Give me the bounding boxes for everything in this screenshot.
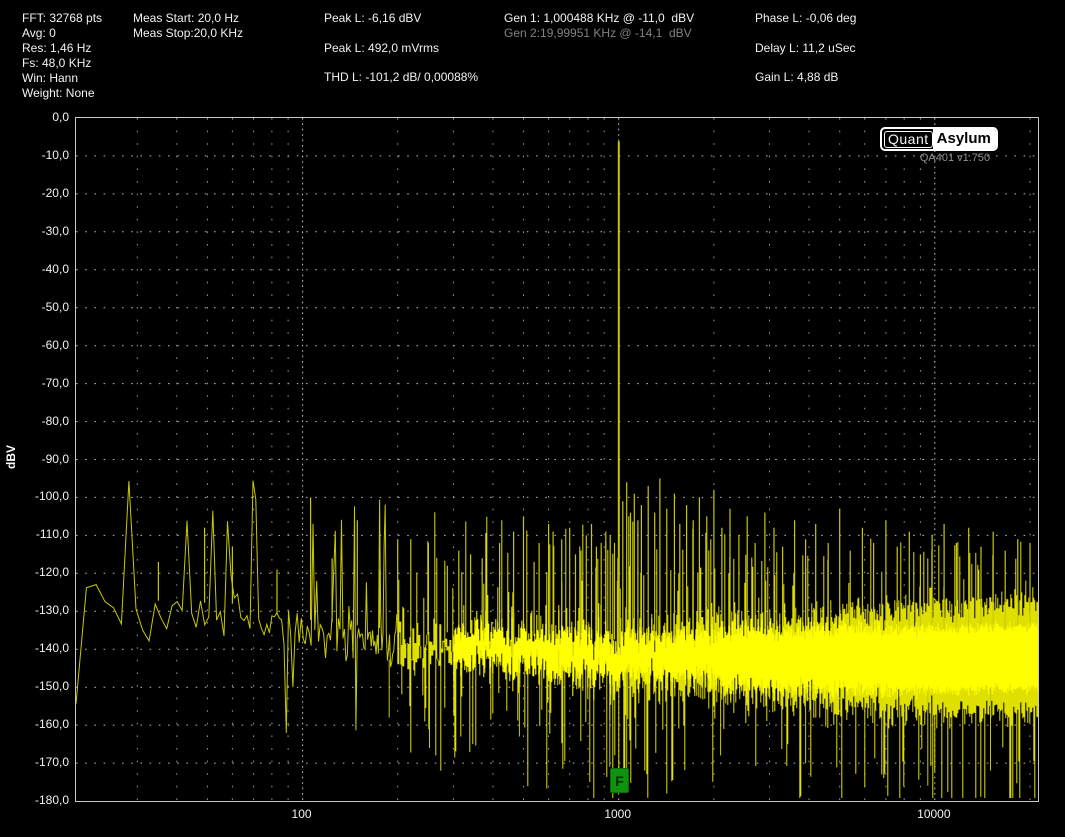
- y-tick-label: -150,0: [34, 679, 69, 694]
- phase-readout: Phase L: -0,06 deg: [755, 11, 857, 25]
- delay-readout: Delay L: 11,2 uSec: [755, 41, 856, 55]
- y-tick-label: -180,0: [34, 793, 69, 807]
- y-tick-label: -20,0: [41, 185, 69, 200]
- peak-dbv-readout: Peak L: -6,16 dBV: [324, 11, 422, 25]
- x-tick-label: 10000: [917, 807, 951, 821]
- y-tick-label: -60,0: [41, 337, 69, 352]
- peak-vrms-readout: Peak L: 492,0 mVrms: [324, 41, 439, 55]
- y-tick-label: -90,0: [41, 451, 69, 466]
- y-tick-label: -70,0: [41, 375, 69, 390]
- y-tick-label: -80,0: [41, 413, 69, 428]
- y-tick-label: -110,0: [35, 527, 69, 542]
- y-tick-label: -120,0: [34, 565, 69, 580]
- y-tick-label: -130,0: [34, 603, 69, 618]
- software-version-label: QA401 v1.750: [919, 152, 991, 164]
- spectrum-low-frequency-trace: [76, 480, 398, 733]
- y-axis-tick-labels: 0,0 -10,0 -20,0 -30,0 -40,0 -50,0 -60,0 -70,0 -8…: [0, 0, 69, 837]
- y-tick-label: -30,0: [41, 223, 69, 238]
- y-tick-label: -170,0: [34, 755, 69, 770]
- y-tick-label: 0,0: [52, 110, 69, 124]
- logo-asylum-text: Asylum: [932, 129, 996, 149]
- y-tick-label: -10,0: [41, 147, 69, 162]
- y-tick-label: -160,0: [34, 717, 69, 732]
- x-tick-label: 1000: [604, 807, 632, 821]
- x-tick-label: 100: [291, 807, 312, 821]
- y-tick-label: -100,0: [34, 489, 69, 504]
- y-tick-label: -50,0: [41, 299, 69, 314]
- y-tick-label: -140,0: [34, 641, 69, 656]
- quantasylum-logo: Quant Asylum: [880, 127, 998, 151]
- thd-readout: THD L: -101,2 dB/ 0,00088%: [324, 70, 479, 84]
- logo-quant-text: Quant: [884, 130, 933, 148]
- gen1-readout: Gen 1: 1,000488 KHz @ -11,0 dBV: [504, 11, 695, 25]
- spectrum-trace-canvas: [76, 118, 1038, 801]
- y-tick-label: -40,0: [41, 261, 69, 276]
- spectrum-plot[interactable]: Quant Asylum QA401 v1.750 F: [75, 117, 1039, 802]
- qa401-analyzer-screen: FFT: 32768 pts Avg: 0 Res: 1,46 Hz Fs: 4…: [0, 0, 1065, 837]
- gen2-readout: Gen 2:19,99951 KHz @ -14,1 dBV: [504, 26, 692, 40]
- gain-readout: Gain L: 4,88 dB: [755, 70, 839, 84]
- meas-stop-readout: Meas Stop:20,0 KHz: [133, 26, 244, 40]
- meas-start-readout: Meas Start: 20,0 Hz: [133, 11, 240, 25]
- fundamental-marker[interactable]: F: [610, 768, 629, 793]
